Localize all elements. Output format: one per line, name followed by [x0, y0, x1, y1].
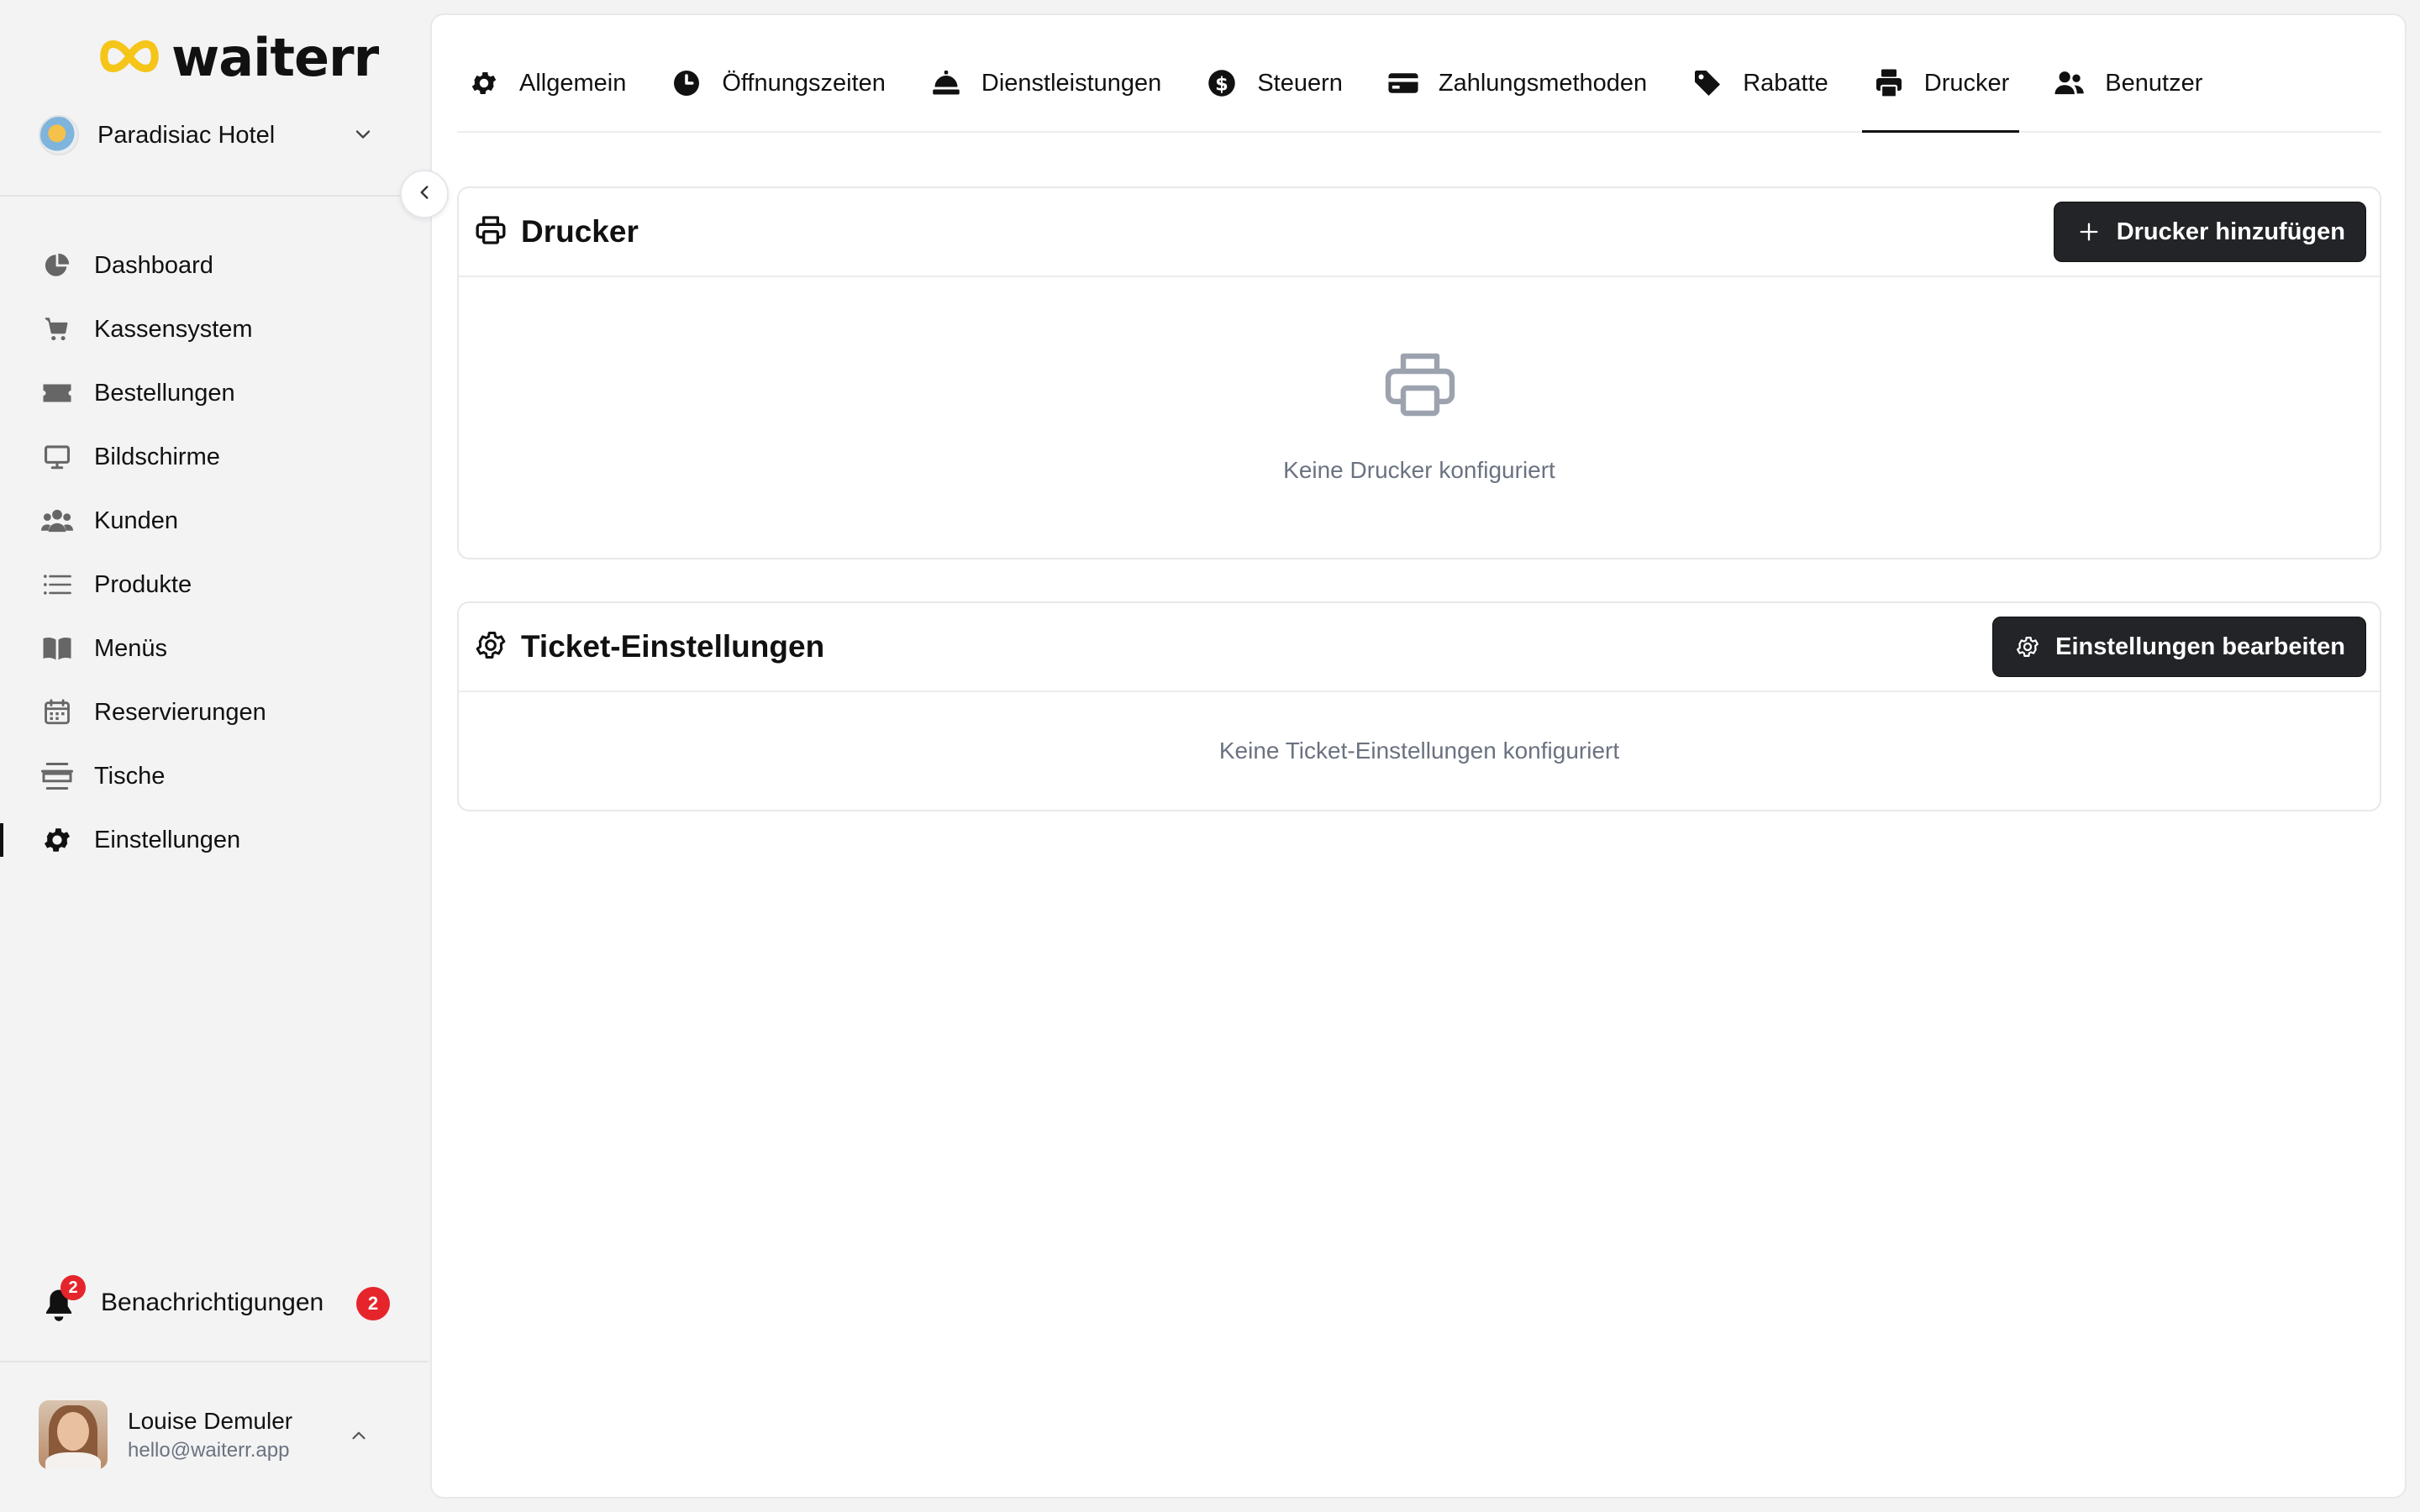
- tag-icon: [1691, 66, 1724, 100]
- pie-chart-icon: [40, 249, 74, 282]
- add-printer-label: Drucker hinzufügen: [2116, 218, 2345, 245]
- collapse-sidebar-button[interactable]: [400, 170, 449, 218]
- sidebar-item-label: Reservierungen: [94, 698, 266, 726]
- app-root: waiterr Paradisiac Hotel Dashboard Kasse…: [0, 0, 2420, 1512]
- printer-icon: [1872, 66, 1906, 100]
- ticket-settings-card: Ticket-Einstellungen Einstellungen bearb…: [457, 601, 2381, 811]
- svg-text:$: $: [1215, 73, 1228, 95]
- sidebar-item-menus[interactable]: Menüs: [0, 617, 429, 680]
- printers-card-title: Drucker: [521, 214, 639, 249]
- tab-dienstleistungen[interactable]: Dienstleistungen: [919, 35, 1171, 131]
- notifications-label: Benachrichtigungen: [101, 1289, 324, 1316]
- avatar: [39, 1400, 108, 1469]
- sidebar-item-kassensystem[interactable]: Kassensystem: [0, 297, 429, 361]
- sidebar-item-label: Bildschirme: [94, 443, 220, 470]
- tab-allgemein[interactable]: Allgemein: [457, 35, 636, 131]
- gear-outline-icon: [2013, 633, 2042, 661]
- tab-label: Rabatte: [1743, 69, 1828, 97]
- gear-icon: [467, 66, 501, 100]
- tab-label: Allgemein: [519, 69, 627, 97]
- chevron-left-icon: [413, 181, 435, 207]
- ticket-settings-card-title: Ticket-Einstellungen: [521, 629, 825, 664]
- tab-label: Zahlungsmethoden: [1438, 69, 1648, 97]
- tab-rabatte[interactable]: Rabatte: [1681, 35, 1839, 131]
- printer-empty-icon: [1380, 344, 1460, 429]
- sidebar-item-bildschirme[interactable]: Bildschirme: [0, 425, 429, 489]
- tab-label: Dienstleistungen: [981, 69, 1162, 97]
- tab-benutzer[interactable]: Benutzer: [2043, 35, 2212, 131]
- sidebar-item-kunden[interactable]: Kunden: [0, 489, 429, 553]
- sidebar-item-label: Dashboard: [94, 251, 213, 279]
- users-icon: [2053, 66, 2086, 100]
- tab-label: Steuern: [1257, 69, 1343, 97]
- chevron-down-icon: [351, 123, 375, 150]
- user-name: Louise Demuler: [128, 1408, 293, 1434]
- list-icon: [40, 568, 74, 601]
- printer-icon: [474, 213, 508, 251]
- dollar-circle-icon: $: [1205, 66, 1239, 100]
- add-printer-button[interactable]: Drucker hinzufügen: [2053, 202, 2366, 262]
- sidebar-nav: Dashboard Kassensystem Bestellungen Bild…: [0, 234, 429, 872]
- tab-zahlungsmethoden[interactable]: Zahlungsmethoden: [1376, 35, 1657, 131]
- sidebar-item-bestellungen[interactable]: Bestellungen: [0, 361, 429, 425]
- sidebar-item-label: Bestellungen: [94, 379, 235, 407]
- main-panel: Allgemein Öffnungszeiten Dienstleistunge…: [430, 13, 2407, 1499]
- settings-tabs: Allgemein Öffnungszeiten Dienstleistunge…: [457, 35, 2381, 133]
- user-info: Louise Demuler hello@waiterr.app: [128, 1405, 292, 1464]
- printers-card: Drucker Drucker hinzufügen Keine Drucker…: [457, 186, 2381, 559]
- sidebar-item-label: Kassensystem: [94, 315, 253, 343]
- sidebar-item-label: Tische: [94, 762, 166, 790]
- tab-label: Öffnungszeiten: [722, 69, 886, 97]
- sidebar-item-produkte[interactable]: Produkte: [0, 553, 429, 617]
- chevron-up-icon: [348, 1425, 370, 1451]
- clock-icon: [670, 66, 703, 100]
- printers-card-header: Drucker Drucker hinzufügen: [459, 188, 2380, 277]
- hotel-name: Paradisiac Hotel: [97, 121, 276, 149]
- user-menu[interactable]: Louise Demuler hello@waiterr.app: [39, 1399, 392, 1470]
- table-icon: [40, 759, 74, 793]
- bell-icon: 2: [40, 1275, 86, 1322]
- credit-card-icon: [1386, 66, 1420, 100]
- plus-icon: [2075, 218, 2103, 246]
- sidebar-divider-bottom: [0, 1361, 429, 1362]
- brand-name: waiterr: [171, 27, 379, 88]
- edit-settings-label: Einstellungen bearbeiten: [2055, 633, 2345, 660]
- gear-icon: [40, 823, 74, 857]
- hotel-selector[interactable]: Paradisiac Hotel: [39, 111, 392, 160]
- tab-oeffnungszeiten[interactable]: Öffnungszeiten: [660, 35, 896, 131]
- gear-outline-icon: [474, 628, 508, 666]
- edit-settings-button[interactable]: Einstellungen bearbeiten: [1992, 617, 2366, 677]
- sidebar: waiterr Paradisiac Hotel Dashboard Kasse…: [0, 0, 429, 1512]
- sidebar-item-label: Produkte: [94, 570, 192, 598]
- sidebar-item-tische[interactable]: Tische: [0, 744, 429, 808]
- tab-steuern[interactable]: $ Steuern: [1195, 35, 1353, 131]
- sidebar-item-label: Kunden: [94, 507, 178, 534]
- notifications-button[interactable]: 2 Benachrichtigungen 2: [40, 1275, 393, 1329]
- cart-icon: [40, 312, 74, 346]
- ticket-settings-empty-text: Keine Ticket-Einstellungen konfiguriert: [1218, 738, 1620, 764]
- tab-label: Drucker: [1923, 69, 2010, 97]
- users-icon: [40, 504, 74, 538]
- notifications-count-badge: 2: [356, 1287, 390, 1320]
- monitor-icon: [40, 440, 74, 474]
- ticket-settings-card-header: Ticket-Einstellungen Einstellungen bearb…: [459, 603, 2380, 692]
- printers-empty-text: Keine Drucker konfiguriert: [1283, 457, 1555, 483]
- tab-drucker[interactable]: Drucker: [1861, 35, 2020, 133]
- tab-label: Benutzer: [2105, 69, 2203, 97]
- sidebar-item-dashboard[interactable]: Dashboard: [0, 234, 429, 297]
- book-icon: [40, 632, 74, 665]
- sidebar-divider: [0, 195, 429, 197]
- sidebar-item-label: Einstellungen: [94, 826, 241, 853]
- ticket-icon: [40, 376, 74, 410]
- sidebar-item-label: Menüs: [94, 634, 168, 662]
- user-email: hello@waiterr.app: [128, 1439, 290, 1462]
- notification-bell-badge: 2: [60, 1275, 86, 1300]
- sidebar-item-reservierungen[interactable]: Reservierungen: [0, 680, 429, 744]
- cloche-icon: [929, 66, 963, 100]
- hotel-avatar: [39, 115, 79, 155]
- brand-logo[interactable]: waiterr: [99, 27, 379, 88]
- sidebar-item-einstellungen[interactable]: Einstellungen: [0, 808, 429, 872]
- infinity-logo-icon: [99, 37, 160, 80]
- calendar-icon: [40, 696, 74, 729]
